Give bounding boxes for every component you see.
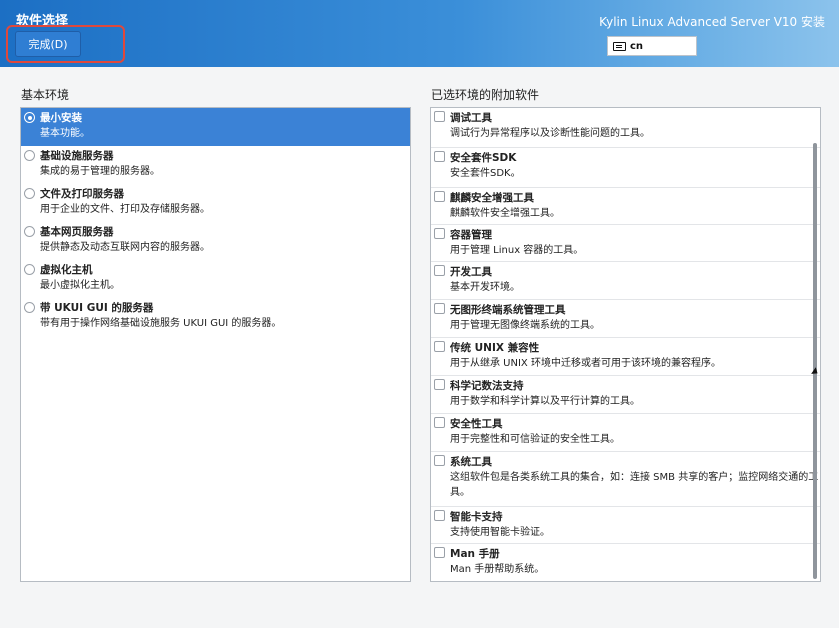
addon-item-name: 传统 UNIX 兼容性 <box>450 342 540 354</box>
checkbox[interactable] <box>434 151 445 162</box>
addon-item-scientific[interactable]: 科学记数法支持 用于数学和科学计算以及平行计算的工具。 <box>431 376 820 414</box>
addon-item-desc: 用于管理 Linux 容器的工具。 <box>450 245 584 256</box>
checkbox[interactable] <box>434 379 445 390</box>
addon-item-name: Man 手册 <box>450 548 500 560</box>
addon-item-name: 麒麟安全增强工具 <box>450 192 534 204</box>
addon-item-desc: 麒麟软件安全增强工具。 <box>450 208 560 219</box>
env-item-desc: 用于企业的文件、打印及存储服务器。 <box>40 204 210 215</box>
addon-item-name: 调试工具 <box>450 112 492 124</box>
addon-item-debug[interactable]: 调试工具 调试行为异常程序以及诊断性能问题的工具。 <box>431 108 820 148</box>
addon-item-desc: 用于数学和科学计算以及平行计算的工具。 <box>450 396 640 407</box>
env-item-desc: 集成的易于管理的服务器。 <box>40 166 160 177</box>
addon-item-security-tools[interactable]: 安全性工具 用于完整性和可信验证的安全性工具。 <box>431 414 820 452</box>
addon-item-name: 无图形终端系统管理工具 <box>450 304 566 316</box>
checkbox[interactable] <box>434 417 445 428</box>
keyboard-icon <box>613 41 626 51</box>
radio-button-selected[interactable] <box>24 112 35 123</box>
checkbox[interactable] <box>434 191 445 202</box>
addon-item-name: 开发工具 <box>450 266 492 278</box>
env-item-name: 虚拟化主机 <box>40 264 93 276</box>
keyboard-layout-indicator[interactable]: cn <box>607 36 697 56</box>
checkbox[interactable] <box>434 510 445 521</box>
keyboard-layout-label: cn <box>630 40 644 52</box>
env-item-name: 最小安装 <box>40 112 82 124</box>
env-item-ukui-server[interactable]: 带 UKUI GUI 的服务器 带有用于操作网络基础设施服务 UKUI GUI … <box>21 298 410 336</box>
addon-item-smartcard[interactable]: 智能卡支持 支持使用智能卡验证。 <box>431 507 820 544</box>
checkbox[interactable] <box>434 111 445 122</box>
addon-item-desc: 调试行为异常程序以及诊断性能问题的工具。 <box>450 128 650 139</box>
addon-item-desc: 支持使用智能卡验证。 <box>450 527 550 538</box>
checkbox[interactable] <box>434 455 445 466</box>
addon-item-name: 安全性工具 <box>450 418 503 430</box>
env-item-name: 文件及打印服务器 <box>40 188 124 200</box>
checkbox[interactable] <box>434 341 445 352</box>
addon-item-desc: Man 手册帮助系统。 <box>450 564 545 575</box>
addon-item-desc: 用于从继承 UNIX 环境中迁移或者可用于该环境的兼容程序。 <box>450 358 721 369</box>
radio-button[interactable] <box>24 188 35 199</box>
addon-item-name: 安全套件SDK <box>450 152 517 164</box>
addon-item-desc: 这组软件包是各类系统工具的集合，如：连接 SMB 共享的客户；监控网络交通的工具… <box>450 472 819 498</box>
product-name: Kylin Linux Advanced Server V10 安装 <box>599 15 825 29</box>
env-item-file-print[interactable]: 文件及打印服务器 用于企业的文件、打印及存储服务器。 <box>21 184 410 222</box>
addon-item-headless-mgmt[interactable]: 无图形终端系统管理工具 用于管理无图像终端系统的工具。 <box>431 300 820 338</box>
addon-item-desc: 安全套件SDK。 <box>450 168 521 179</box>
addon-item-name: 容器管理 <box>450 229 492 241</box>
addons-scrollbar[interactable] <box>813 143 817 579</box>
checkbox[interactable] <box>434 547 445 558</box>
checkbox[interactable] <box>434 303 445 314</box>
env-item-desc: 最小虚拟化主机。 <box>40 280 120 291</box>
env-item-web-server[interactable]: 基本网页服务器 提供静态及动态互联网内容的服务器。 <box>21 222 410 260</box>
addon-item-security-sdk[interactable]: 安全套件SDK 安全套件SDK。 <box>431 148 820 188</box>
checkbox[interactable] <box>434 228 445 239</box>
base-env-label: 基本环境 <box>21 88 70 102</box>
addon-item-desc: 用于管理无图像终端系统的工具。 <box>450 320 600 331</box>
checkbox[interactable] <box>434 265 445 276</box>
env-item-infrastructure[interactable]: 基础设施服务器 集成的易于管理的服务器。 <box>21 146 410 184</box>
env-item-desc: 提供静态及动态互联网内容的服务器。 <box>40 242 210 253</box>
addon-item-unix-compat[interactable]: 传统 UNIX 兼容性 用于从继承 UNIX 环境中迁移或者可用于该环境的兼容程… <box>431 338 820 376</box>
env-item-name: 带 UKUI GUI 的服务器 <box>40 302 154 314</box>
base-env-list: 最小安装 基本功能。 基础设施服务器 集成的易于管理的服务器。 文件及打印服务器… <box>20 107 411 582</box>
env-item-name: 基础设施服务器 <box>40 150 114 162</box>
addons-label: 已选环境的附加软件 <box>431 88 540 102</box>
addon-item-desc: 用于完整性和可信验证的安全性工具。 <box>450 434 620 445</box>
addon-item-desc: 基本开发环境。 <box>450 282 520 293</box>
addon-item-name: 科学记数法支持 <box>450 380 524 392</box>
radio-button[interactable] <box>24 264 35 275</box>
env-item-name: 基本网页服务器 <box>40 226 114 238</box>
addon-item-kylin-security[interactable]: 麒麟安全增强工具 麒麟软件安全增强工具。 <box>431 188 820 225</box>
addon-item-system-tools[interactable]: 系统工具 这组软件包是各类系统工具的集合，如：连接 SMB 共享的客户；监控网络… <box>431 452 820 507</box>
addons-list: 调试工具 调试行为异常程序以及诊断性能问题的工具。 安全套件SDK 安全套件SD… <box>430 107 821 582</box>
radio-button[interactable] <box>24 226 35 237</box>
addon-item-man-pages[interactable]: Man 手册 Man 手册帮助系统。 <box>431 544 820 581</box>
radio-button[interactable] <box>24 302 35 313</box>
addon-item-name: 智能卡支持 <box>450 511 503 523</box>
addon-item-dev-tools[interactable]: 开发工具 基本开发环境。 <box>431 262 820 300</box>
env-item-minimal[interactable]: 最小安装 基本功能。 <box>21 108 410 146</box>
env-item-virtualization[interactable]: 虚拟化主机 最小虚拟化主机。 <box>21 260 410 298</box>
addon-item-name: 系统工具 <box>450 456 492 468</box>
addon-item-container[interactable]: 容器管理 用于管理 Linux 容器的工具。 <box>431 225 820 262</box>
env-item-desc: 带有用于操作网络基础设施服务 UKUI GUI 的服务器。 <box>40 318 282 329</box>
radio-button[interactable] <box>24 150 35 161</box>
header-bar: 软件选择 完成(D) Kylin Linux Advanced Server V… <box>0 0 839 67</box>
done-button[interactable]: 完成(D) <box>15 31 81 57</box>
env-item-desc: 基本功能。 <box>40 128 90 139</box>
